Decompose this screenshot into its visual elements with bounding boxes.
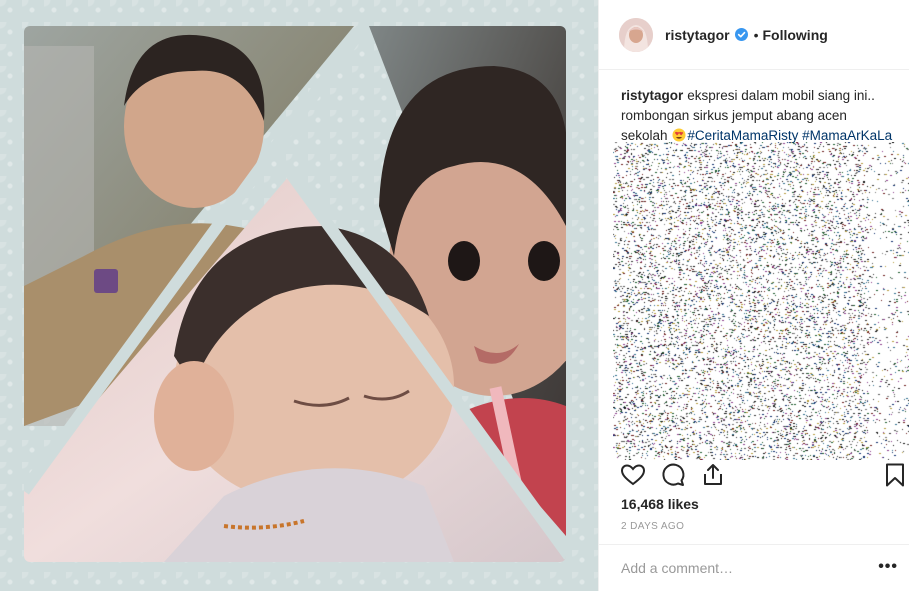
header-separator: •	[753, 26, 759, 43]
caption-username[interactable]: ristytagor	[621, 88, 683, 103]
heart-eyes-emoji-icon	[672, 128, 686, 142]
collage-image	[24, 26, 566, 562]
bookmark-icon[interactable]	[881, 461, 909, 489]
comment-bubble-icon[interactable]	[659, 461, 687, 489]
photo-collage[interactable]	[24, 26, 566, 562]
caption-text-line-2: rombongan sirkus jemput abang acen	[621, 108, 847, 123]
comment-form: •••	[599, 544, 909, 591]
username-link[interactable]: ristytagor	[665, 27, 730, 43]
avatar[interactable]	[619, 17, 653, 52]
more-options-button[interactable]: •••	[878, 559, 898, 575]
share-icon[interactable]	[699, 461, 727, 489]
post-caption: ristytagor ekspresi dalam mobil siang ini…	[621, 86, 903, 146]
comment-input[interactable]	[621, 560, 871, 576]
following-button[interactable]: Following	[762, 27, 827, 43]
likes-count[interactable]: 16,468 likes	[621, 496, 699, 512]
post-header: ristytagor • Following	[599, 0, 909, 70]
caption-text-line-1: ekspresi dalam mobil siang ini..	[687, 88, 875, 103]
verified-badge-icon	[734, 28, 748, 41]
post-details-panel: ristytagor • Following ristytagor ekspres…	[598, 0, 909, 591]
hashtag-link[interactable]: #CeritaMamaRisty	[687, 128, 798, 143]
post-actions-bar	[599, 455, 909, 495]
hashtag-link[interactable]: #MamaArKaLa	[802, 128, 892, 143]
post-timestamp[interactable]: 2 DAYS AGO	[621, 521, 684, 532]
caption-text-line-3: sekolah	[621, 128, 668, 143]
obscured-comments-area	[613, 142, 909, 460]
heart-icon[interactable]	[619, 461, 647, 489]
post-media[interactable]	[0, 0, 598, 591]
